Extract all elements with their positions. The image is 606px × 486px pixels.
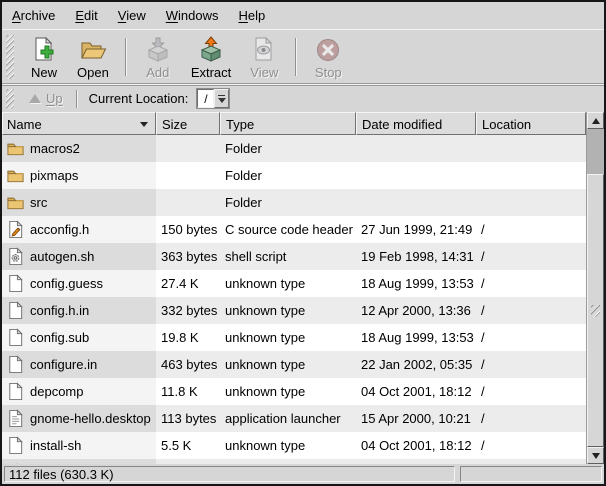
toolbar-separator (295, 38, 297, 76)
add-files-icon (144, 34, 172, 64)
table-row[interactable]: src Folder (2, 189, 586, 216)
scroll-up-button[interactable] (587, 112, 604, 129)
table-row[interactable]: pixmaps Folder (2, 162, 586, 189)
current-location-combo[interactable]: / (196, 88, 230, 109)
scrollbar-thumb[interactable] (587, 174, 604, 447)
menu-windows[interactable]: Windows (156, 5, 229, 26)
sort-descending-icon (140, 122, 148, 127)
up-button[interactable]: Up (23, 88, 69, 109)
file-icon (6, 328, 25, 347)
column-header-type[interactable]: Type (220, 112, 356, 135)
file-icon (6, 436, 25, 455)
menu-archive[interactable]: Archive (2, 5, 65, 26)
current-location-value[interactable]: / (197, 89, 214, 108)
file-icon (6, 382, 25, 401)
view-button[interactable]: View (242, 32, 286, 82)
menu-edit[interactable]: Edit (65, 5, 107, 26)
shell-script-file-icon (6, 247, 25, 266)
vertical-scrollbar[interactable] (586, 112, 604, 464)
folder-icon (6, 139, 25, 158)
scrollbar-trough[interactable] (587, 129, 604, 174)
archive-manager-window: Archive Edit View Windows Help New (0, 0, 606, 486)
status-message-panel: 112 files (630.3 K) (4, 466, 455, 482)
menu-bar: Archive Edit View Windows Help (2, 2, 604, 29)
folder-icon (6, 193, 25, 212)
table-row[interactable]: config.sub 19.8 K unknown type 18 Aug 19… (2, 324, 586, 351)
column-header-size[interactable]: Size (156, 112, 220, 135)
table-row[interactable]: autogen.sh 363 bytes shell script 19 Feb… (2, 243, 586, 270)
open-button[interactable]: Open (70, 32, 116, 82)
file-icon (6, 355, 25, 374)
table-body: macros2 Folder pixmaps Folder src Fol (2, 135, 586, 464)
table-row[interactable]: gnome-hello.desktop 113 bytes applicatio… (2, 405, 586, 432)
table-row[interactable]: depcomp 11.8 K unknown type 04 Oct 2001,… (2, 378, 586, 405)
table-row[interactable]: config.guess 27.4 K unknown type 18 Aug … (2, 270, 586, 297)
scroll-up-icon (592, 118, 600, 124)
file-icon (6, 301, 25, 320)
combo-dropdown-button[interactable] (214, 89, 229, 108)
chevron-down-icon (218, 98, 226, 103)
file-icon (6, 274, 25, 293)
new-button[interactable]: New (22, 32, 66, 82)
scroll-down-button[interactable] (587, 447, 604, 464)
stop-icon (314, 34, 342, 64)
column-header-date-modified[interactable]: Date modified (356, 112, 476, 135)
table-row[interactable]: install-sh 5.5 K unknown type 04 Oct 200… (2, 432, 586, 459)
column-header-location[interactable]: Location (476, 112, 586, 135)
menu-help[interactable]: Help (228, 5, 275, 26)
open-archive-icon (79, 34, 107, 64)
toolbar-separator (125, 38, 127, 76)
extract-icon (197, 34, 225, 64)
scroll-down-icon (592, 453, 600, 459)
toolbar-drag-handle[interactable] (6, 35, 14, 79)
current-location-label: Current Location: (89, 91, 189, 106)
table-header: Name Size Type Date modified Location (2, 112, 586, 135)
table-row[interactable]: acconfig.h 150 bytes C source code heade… (2, 216, 586, 243)
view-file-icon (250, 34, 278, 64)
table-row[interactable]: configure.in 463 bytes unknown type 22 J… (2, 351, 586, 378)
combo-indicator-bar (218, 95, 225, 96)
extract-button[interactable]: Extract (184, 32, 238, 82)
file-list: Name Size Type Date modified Location ma… (2, 112, 604, 464)
add-button[interactable]: Add (136, 32, 180, 82)
location-bar-separator (76, 90, 78, 108)
new-archive-icon (30, 34, 58, 64)
stop-button[interactable]: Stop (306, 32, 350, 82)
table-row[interactable]: macros2 Folder (2, 135, 586, 162)
status-bar: 112 files (630.3 K) (2, 464, 604, 484)
table-row[interactable]: config.h.in 332 bytes unknown type 12 Ap… (2, 297, 586, 324)
folder-icon (6, 166, 25, 185)
menu-view[interactable]: View (108, 5, 156, 26)
status-progress-panel (460, 466, 602, 482)
location-bar-drag-handle[interactable] (6, 89, 14, 109)
launcher-file-icon (6, 409, 25, 428)
c-header-file-icon (6, 220, 25, 239)
location-bar: Up Current Location: / (2, 85, 604, 112)
column-header-name[interactable]: Name (2, 112, 156, 135)
up-arrow-icon (29, 94, 41, 103)
toolbar: New Open Add (2, 29, 604, 85)
